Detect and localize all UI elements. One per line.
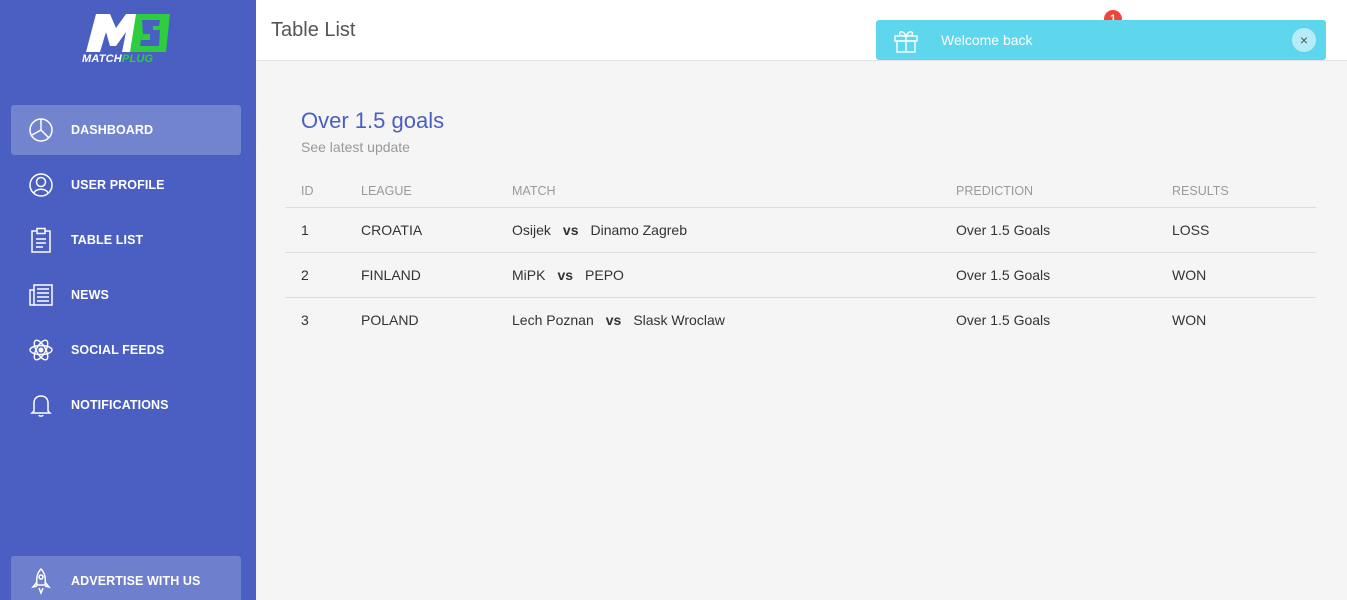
user-icon [27,171,55,199]
cell-prediction: Over 1.5 Goals [940,252,1156,298]
logo-wordmark: MATCHPLUG [82,53,154,65]
advertise-button[interactable]: ADVERTISE WITH US [11,556,241,600]
sidebar-item-label: TABLE LIST [71,233,144,247]
table-header-row: ID LEAGUE MATCH PREDICTION RESULTS [285,176,1316,208]
cell-prediction: Over 1.5 Goals [956,311,1051,328]
gift-icon [893,27,919,53]
sidebar-item-label: SOCIAL FEEDS [71,343,165,357]
sidebar-item-news[interactable]: NEWS [11,270,241,320]
home-team: Osijek [512,221,551,238]
cell-id: 2 [285,252,345,298]
newspaper-icon [27,281,55,309]
cell-match: Lech Poznan vs Slask Wroclaw [496,297,940,342]
cell-id: 1 [285,207,345,253]
home-team: MiPK [512,266,546,283]
sidebar-item-dashboard[interactable]: DASHBOARD [11,105,241,155]
sidebar-item-label: NEWS [71,288,109,302]
card-title: Over 1.5 goals [301,108,445,133]
cell-league: CROATIA [345,207,496,253]
home-team: Lech Poznan [512,311,594,328]
column-header-prediction: PREDICTION [940,176,1156,208]
toast-message: Welcome back [941,32,1033,48]
vs-label: vs [562,221,579,238]
close-icon[interactable]: × [1292,28,1316,52]
predictions-table: ID LEAGUE MATCH PREDICTION RESULTS 1 CRO… [285,176,1316,342]
cell-result: LOSS [1156,207,1316,253]
atom-icon [27,336,55,364]
matchplug-logo[interactable]: MATCHPLUG [80,12,174,70]
logo-mark [86,14,170,52]
away-team: PEPO [585,266,624,283]
advertise-label: ADVERTISE WITH US [71,574,201,588]
cell-league: POLAND [361,311,419,328]
clipboard-icon [27,226,55,254]
vs-label: vs [557,266,574,283]
sidebar-item-social-feeds[interactable]: SOCIAL FEEDS [11,325,241,375]
column-header-match: MATCH [496,176,940,208]
table-row: 3 POLAND Lech Poznan vs Slask Wroclaw Over… [285,297,1316,342]
away-team: Slask Wroclaw [633,311,725,328]
cell-match: MiPK vs PEPO [496,252,940,298]
bell-icon [27,391,55,419]
sidebar-item-notifications[interactable]: NOTIFICATIONS [11,380,241,430]
away-team: Dinamo Zagreb [590,221,687,238]
sidebar-nav: DASHBOARD USER PROFILE TABLE LIST NEWS S… [11,105,241,435]
cell-match: Osijek vs Dinamo Zagreb [496,207,940,253]
sidebar-item-table-list[interactable]: TABLE LIST [11,215,241,265]
table-row: 1 CROATIA Osijek vs Dinamo Zagreb Over 1.5… [285,207,1316,253]
column-header-league: LEAGUE [345,176,496,208]
sidebar-item-label: DASHBOARD [71,123,154,137]
sidebar-item-label: NOTIFICATIONS [71,398,169,412]
cell-result: WON [1172,311,1207,328]
table-row: 2 FINLAND MiPK vs PEPO Over 1.5 Goals WON [285,252,1316,298]
sidebar: MATCHPLUG DASHBOARD USER PROFILE TABLE L… [0,0,256,600]
sidebar-item-user-profile[interactable]: USER PROFILE [11,160,241,210]
welcome-toast: Welcome back × [876,20,1326,60]
column-header-results: RESULTS [1156,176,1316,208]
cell-prediction: Over 1.5 Goals [940,207,1156,253]
vs-label: vs [605,311,622,328]
cell-id: 3 [301,311,309,328]
pie-chart-icon [27,116,55,144]
card-subtitle: See latest update [301,139,410,155]
column-header-id: ID [285,176,345,208]
sidebar-item-label: USER PROFILE [71,178,165,192]
page-title: Table List [271,19,356,41]
cell-result: WON [1156,252,1316,298]
rocket-icon [27,567,55,595]
cell-league: FINLAND [345,252,496,298]
